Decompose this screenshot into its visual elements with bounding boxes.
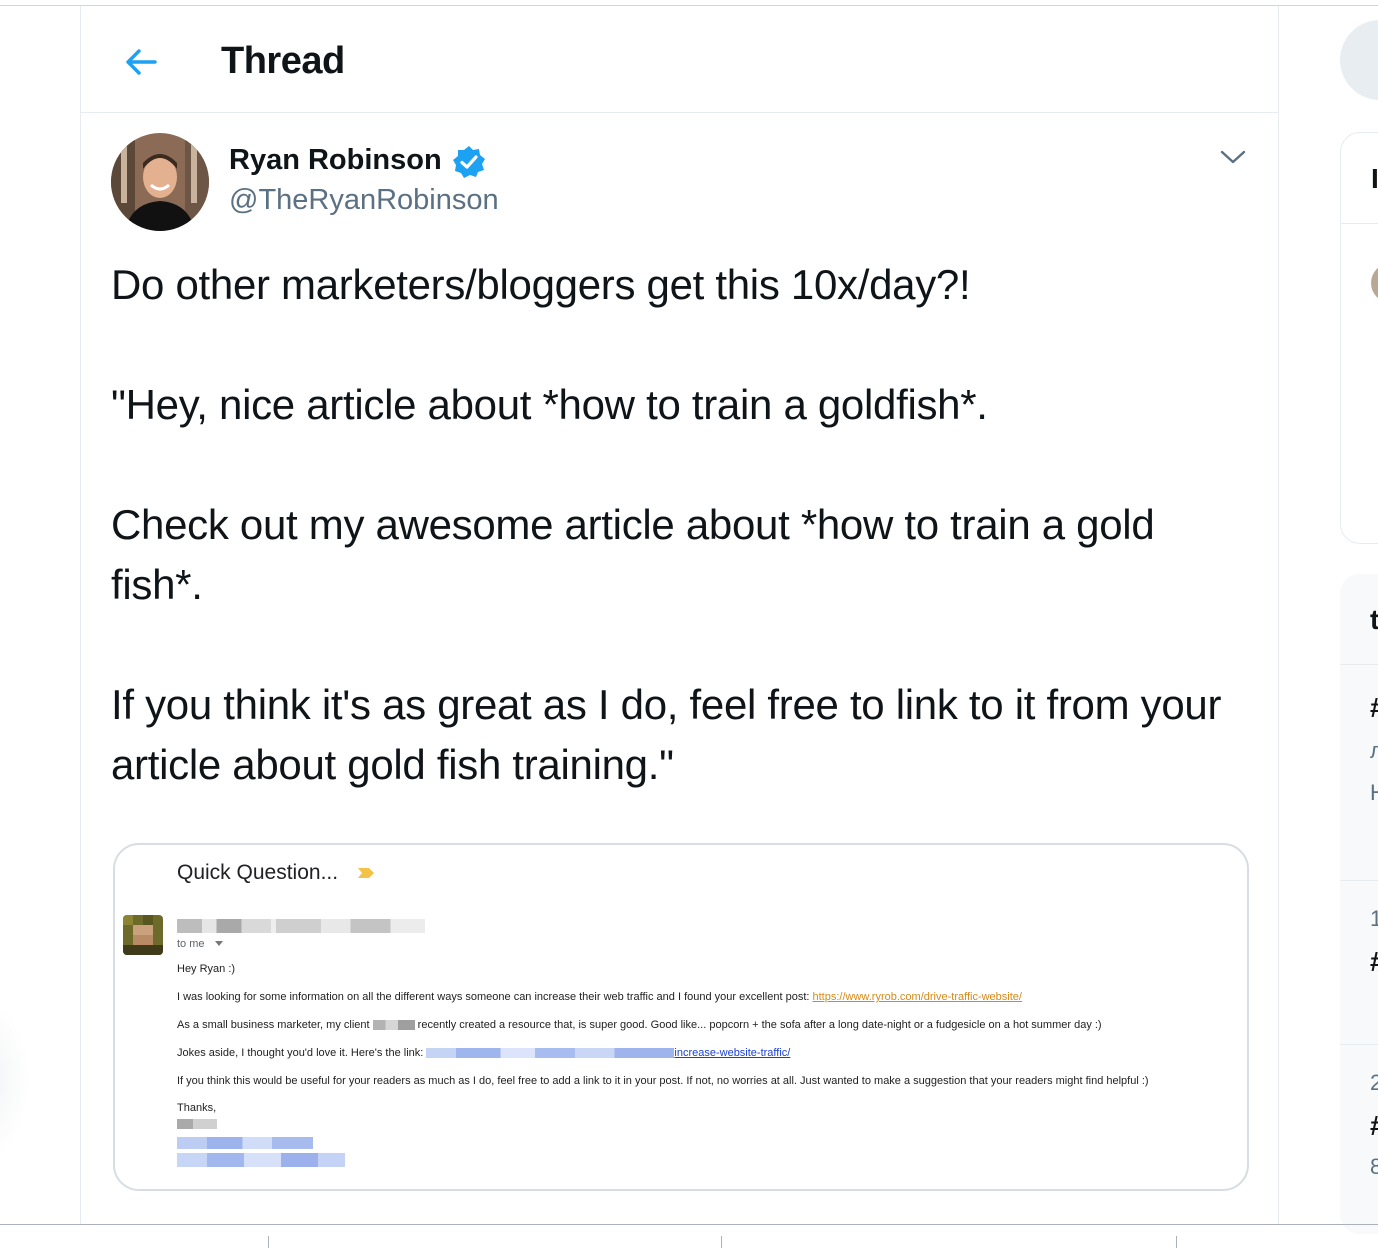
- tweet-media-image[interactable]: Quick Question... to me Hey Ryan :) I wa…: [113, 843, 1249, 1191]
- trend-item-glyph[interactable]: #: [1370, 692, 1378, 724]
- right-card: I: [1340, 132, 1378, 544]
- trend-item-glyph: 1: [1370, 906, 1378, 931]
- chevron-down-icon: [1220, 150, 1246, 164]
- right-card-title: I: [1371, 163, 1378, 194]
- page-title: Thread: [221, 40, 345, 82]
- bottom-tick: [1176, 1236, 1177, 1248]
- arrow-left-icon: [126, 49, 157, 75]
- divider: [1340, 880, 1378, 881]
- email-line: I was looking for some information on al…: [177, 991, 1022, 1003]
- back-button[interactable]: [121, 42, 161, 82]
- email-line: Jokes aside, I thought you'd love it. He…: [177, 1047, 790, 1059]
- email-link: https://www.ryrob.com/drive-traffic-webs…: [812, 991, 1022, 1003]
- left-edge-shadow: [0, 1000, 30, 1160]
- trend-item-glyph: H: [1370, 780, 1378, 805]
- trend-item-glyph: л: [1370, 738, 1378, 763]
- email-line-text: I was looking for some information on al…: [177, 991, 813, 1003]
- tweet-text: Do other marketers/bloggers get this 10x…: [111, 255, 1251, 795]
- trend-item-glyph: 8: [1370, 1154, 1378, 1179]
- divider: [1340, 1044, 1378, 1045]
- author-name[interactable]: Ryan Robinson: [229, 144, 442, 177]
- email-signoff: Thanks,: [177, 1102, 217, 1114]
- email-subject: Quick Question...: [177, 861, 339, 884]
- search-box[interactable]: [1340, 20, 1378, 100]
- timeline-left-border: [80, 6, 81, 1224]
- avatar[interactable]: [111, 133, 209, 231]
- link-redacted: [426, 1048, 675, 1059]
- tweet-paragraph: Do other marketers/bloggers get this 10x…: [111, 261, 971, 308]
- tweet-paragraph: "Hey, nice article about *how to train a…: [111, 381, 988, 428]
- trend-item-glyph: 2: [1370, 1070, 1378, 1095]
- timeline-right-border: [1278, 6, 1279, 1224]
- bottom-tick: [721, 1236, 722, 1248]
- trends-title: t: [1370, 604, 1378, 635]
- important-label-icon: [358, 868, 374, 878]
- author-handle[interactable]: @TheRyanRobinson: [229, 184, 499, 217]
- divider: [1341, 223, 1378, 224]
- verified-badge-icon: [453, 146, 485, 178]
- email-line: As a small business marketer, my client …: [177, 1019, 1102, 1031]
- email-line: If you think this would be useful for yo…: [177, 1075, 1149, 1087]
- caret-down-icon: [215, 941, 223, 946]
- email-line-text: recently created a resource that, is sup…: [414, 1019, 1102, 1031]
- email-line-text: As a small business marketer, my client: [177, 1019, 373, 1031]
- thread-header: Thread: [81, 6, 1278, 113]
- avatar-photo: [111, 133, 209, 231]
- tweet-paragraph: If you think it's as great as I do, feel…: [111, 681, 1222, 788]
- signature-link-redacted: [177, 1137, 313, 1149]
- email-link: increase-website-traffic/: [674, 1047, 791, 1059]
- trends-card: t # л H 1 # 2 # 8: [1340, 574, 1378, 1234]
- email-line-text: Jokes aside, I thought you'd love it. He…: [177, 1047, 427, 1059]
- sender-name-redacted: [177, 919, 425, 933]
- tweet-paragraph: Check out my awesome article about *how …: [111, 501, 1155, 608]
- bottom-rule: [0, 1224, 1378, 1225]
- tweet-menu-button[interactable]: [1216, 142, 1250, 172]
- divider: [1340, 664, 1378, 665]
- suggested-avatar[interactable]: [1371, 263, 1378, 303]
- sender-avatar-pixelated: [123, 915, 163, 955]
- trend-item-glyph[interactable]: #: [1370, 946, 1378, 978]
- email-recipient: to me: [177, 938, 205, 950]
- client-name-redacted: [372, 1020, 415, 1031]
- signature-link-redacted: [177, 1153, 345, 1167]
- email-greeting: Hey Ryan :): [177, 963, 236, 975]
- bottom-tick: [268, 1236, 269, 1248]
- signature-name-redacted: [177, 1119, 217, 1129]
- trend-item-glyph[interactable]: #: [1370, 1110, 1378, 1142]
